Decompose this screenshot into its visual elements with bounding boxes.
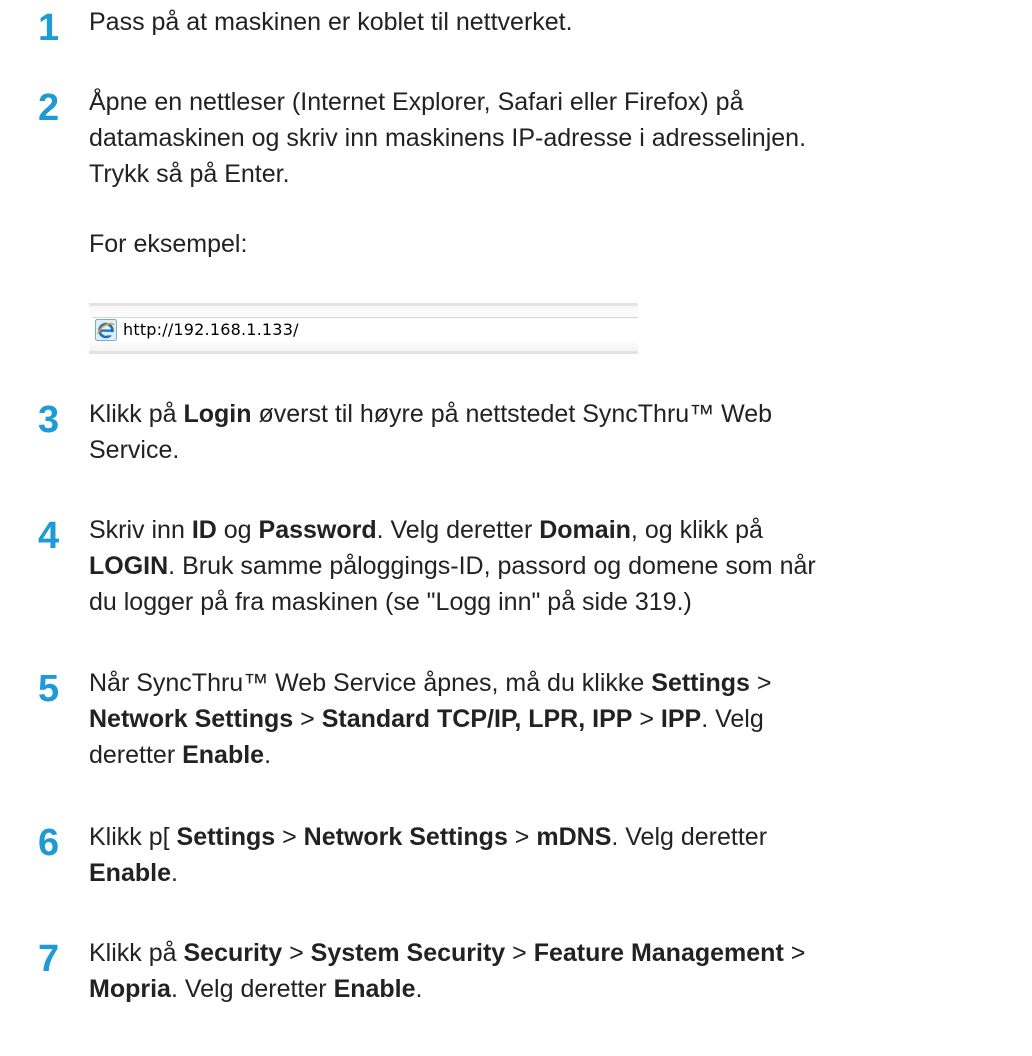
text-segment: > [783, 939, 806, 967]
step-line: Trykk så på Enter. [89, 156, 1018, 192]
text-segment: > [505, 939, 534, 967]
text-segment: > [275, 823, 304, 851]
step-line: Enable. [89, 855, 1018, 891]
ui-term: Standard TCP/IP, LPR, IPP [321, 705, 633, 733]
ui-term: Mopria [89, 975, 171, 1003]
text-segment: . [170, 859, 178, 887]
ui-term: IPP [660, 705, 702, 733]
ui-term: Settings [651, 669, 750, 697]
step-number: 5 [38, 668, 60, 710]
text-segment: Klikk på [89, 939, 184, 967]
step-number: 7 [38, 938, 60, 980]
step-number: 2 [38, 87, 60, 129]
text-segment: . Bruk samme påloggings-ID, passord og d… [168, 552, 816, 580]
text-segment: Åpne en nettleser (Internet Explorer, Sa… [89, 88, 744, 116]
text-segment: . Velg deretter [611, 823, 768, 851]
step-line: Pass på at maskinen er koblet til nettve… [89, 4, 1018, 40]
ui-term: ID [191, 516, 217, 544]
ui-term: Password [258, 516, 377, 544]
text-segment: Trykk så på Enter. [89, 160, 290, 188]
step-line: du logger på fra maskinen (se "Logg inn"… [89, 584, 1018, 620]
step-text: Pass på at maskinen er koblet til nettve… [89, 4, 1018, 40]
text-segment: Service. [89, 436, 180, 464]
step-line: Åpne en nettleser (Internet Explorer, Sa… [89, 84, 1018, 120]
text-segment: , og klikk på [630, 516, 763, 544]
step-line: LOGIN. Bruk samme påloggings-ID, passord… [89, 548, 1018, 584]
step-line: deretter Enable. [89, 737, 1018, 773]
step-line: Klikk på Security > System Security > Fe… [89, 935, 1018, 971]
text-segment: Klikk på [89, 400, 184, 428]
step-line: Mopria. Velg deretter Enable. [89, 971, 1018, 1007]
browser-address-bar: http://192.168.1.133/ [89, 303, 638, 354]
text-segment: > [282, 939, 311, 967]
ui-term: Login [183, 400, 252, 428]
step-number: 1 [38, 7, 60, 49]
text-segment: . Velg deretter [376, 516, 540, 544]
ui-term: Settings [176, 823, 276, 851]
example-label: For eksempel: [89, 230, 248, 258]
text-segment: > [293, 705, 322, 733]
text-segment: . [415, 975, 423, 1003]
ui-term: Feature Management [533, 939, 784, 967]
step-text: Klikk p[ Settings > Network Settings > m… [89, 819, 1018, 891]
step-line: Klikk på Login øverst til høyre på netts… [89, 396, 1018, 432]
ie-icon [95, 319, 117, 341]
text-segment: . [264, 741, 272, 769]
step-line: datamaskinen og skriv inn maskinens IP-a… [89, 120, 1018, 156]
text-segment: Klikk p[ [89, 823, 177, 851]
ui-term: Enable [333, 975, 416, 1003]
text-segment: deretter [89, 741, 183, 769]
text-segment: > [632, 705, 661, 733]
ui-term: Domain [539, 516, 631, 544]
step-number: 6 [38, 822, 60, 864]
step-line: Når SyncThru™ Web Service åpnes, må du k… [89, 665, 1018, 701]
ui-term: System Security [310, 939, 506, 967]
text-segment: og [216, 516, 259, 544]
step-line: Service. [89, 432, 1018, 468]
text-segment: > [507, 823, 537, 851]
ui-term: Security [183, 939, 283, 967]
step-number: 4 [38, 515, 60, 557]
ui-term: LOGIN [89, 552, 169, 580]
text-segment: Pass på at maskinen er koblet til nettve… [89, 8, 573, 36]
text-segment: du logger på fra maskinen (se "Logg inn"… [89, 588, 692, 616]
step-text: Skriv inn ID og Password. Velg deretter … [89, 512, 1018, 620]
step-number: 3 [38, 399, 60, 441]
ui-term: Network Settings [89, 705, 294, 733]
text-segment: Når SyncThru™ Web Service åpnes, må du k… [89, 669, 652, 697]
url-text: http://192.168.1.133/ [123, 320, 299, 339]
text-segment: > [749, 669, 772, 697]
step-line: Skriv inn ID og Password. Velg deretter … [89, 512, 1018, 548]
text-segment: datamaskinen og skriv inn maskinens IP-a… [89, 124, 807, 152]
text-segment: øverst til høyre på nettstedet SyncThru™… [251, 400, 773, 428]
text-segment: . Velg [701, 705, 764, 733]
ui-term: Network Settings [303, 823, 508, 851]
ui-term: Enable [89, 859, 171, 887]
text-segment: . Velg deretter [170, 975, 334, 1003]
ui-term: Enable [182, 741, 265, 769]
ui-term: mDNS [536, 823, 612, 851]
step-line: Klikk p[ Settings > Network Settings > m… [89, 819, 1018, 855]
address-field[interactable]: http://192.168.1.133/ [92, 317, 638, 342]
step-text: Klikk på Security > System Security > Fe… [89, 935, 1018, 1007]
step-text: Åpne en nettleser (Internet Explorer, Sa… [89, 84, 1018, 192]
step-line: Network Settings > Standard TCP/IP, LPR,… [89, 701, 1018, 737]
step-text: Når SyncThru™ Web Service åpnes, må du k… [89, 665, 1018, 773]
step-text: Klikk på Login øverst til høyre på netts… [89, 396, 1018, 468]
text-segment: Skriv inn [89, 516, 192, 544]
